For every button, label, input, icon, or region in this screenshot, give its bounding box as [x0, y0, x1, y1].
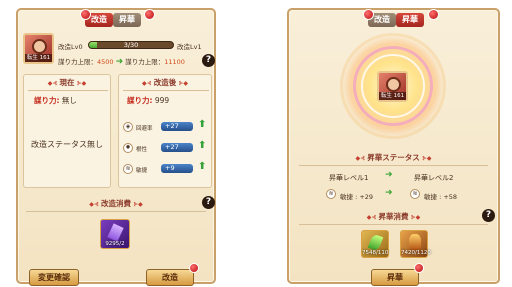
stat-name: 敏捷	[424, 193, 437, 201]
help-icon[interactable]: ?	[202, 54, 215, 67]
ornament-icon: ⊱◆	[74, 80, 87, 87]
item-count: 7548/110	[362, 250, 389, 256]
current-card: ◆⊰ 現在 ⊱◆ 謀り力: 無し 改造ステータス無し	[23, 74, 111, 188]
divider	[299, 224, 488, 225]
stat-value-pill: +9	[161, 164, 193, 173]
limit-to: 11100	[164, 58, 185, 66]
limit-from: 4500	[97, 58, 114, 66]
divider	[28, 90, 108, 91]
progress-from-label: 改造Lv0	[58, 43, 83, 51]
current-status-text: 改造ステータス無し	[31, 140, 103, 149]
ability-label: 謀り力:	[34, 96, 60, 105]
limit-row: 謀り力上限：4500 ➜ 謀り力上限：11100	[58, 56, 185, 67]
limit-to-label: 謀り力上限：	[125, 58, 165, 66]
help-icon[interactable]: ?	[482, 209, 495, 222]
sublimation-header: ◆⊰ 昇華ステータス ⊱◆	[355, 153, 432, 162]
item-count: 7420/1120	[401, 250, 431, 256]
divider	[299, 165, 488, 166]
stat-from-value: +29	[359, 193, 374, 201]
ornament-icon: ◆⊰	[366, 214, 379, 221]
stat-name: 根性	[136, 147, 148, 153]
to-level: 昇華レベル2	[414, 174, 454, 182]
limit-label: 謀り力上限：	[58, 58, 97, 66]
after-ability: 謀り力: 999	[127, 95, 169, 106]
crystal-item[interactable]: 9295/2	[100, 219, 130, 249]
stat-value-pill: +27	[161, 143, 193, 152]
leaf-gem-item[interactable]: 7548/110	[361, 230, 389, 258]
crystal-icon	[107, 223, 124, 242]
hero-face-icon	[386, 77, 401, 92]
tab-pin-left	[80, 9, 91, 20]
ability-label: 謀り力:	[127, 96, 153, 105]
tab-sublimate[interactable]: 昇華	[113, 13, 141, 27]
wind-icon: ≋	[326, 189, 336, 199]
confirm-change-button[interactable]: 変更確認	[29, 269, 79, 286]
stat-to-value: +58	[443, 193, 458, 201]
hero-level-badge: 転生 161	[379, 92, 406, 100]
progress-text: 3/30	[123, 41, 139, 49]
hero-portrait[interactable]: 転生 161	[377, 71, 408, 102]
cost-header: ◆⊰ 改造消費 ⊱◆	[89, 199, 143, 208]
modify-panel: 改造 昇華 転生 161 改造Lv0 3/30 改造Lv1 謀り力上限：4500…	[16, 8, 216, 286]
ornament-icon: ⊱◆	[419, 155, 432, 162]
fire-icon: ✹	[123, 143, 133, 153]
flame-statue-icon	[409, 234, 421, 250]
flame-statue-item[interactable]: 7420/1120	[400, 230, 431, 258]
ability-value: 無し	[61, 96, 77, 105]
stat-name: 敏捷	[340, 193, 353, 201]
from-stat: 敏捷 : +29	[340, 193, 374, 201]
tab-pin-right	[144, 9, 155, 20]
tab-sublimate[interactable]: 昇華	[396, 13, 424, 27]
progress-to-label: 改造Lv1	[177, 43, 202, 51]
ornament-icon: ◆⊰	[142, 80, 154, 87]
hero-face-icon	[32, 39, 47, 54]
tab-pin-left	[363, 9, 374, 20]
divider	[26, 211, 206, 212]
sublimate-button[interactable]: 昇華	[371, 269, 419, 286]
notification-badge	[189, 263, 199, 273]
ornament-icon: ◆⊰	[355, 155, 368, 162]
arrow-up-icon: ⬆	[198, 161, 207, 172]
wind-icon: ≋	[410, 189, 420, 199]
ornament-icon: ⊱◆	[408, 214, 421, 221]
hero-portrait[interactable]: 転生 161	[23, 33, 54, 64]
progress-bar: 3/30	[88, 41, 174, 49]
arrow-right-icon: ➜	[115, 57, 124, 67]
tab-pin-right	[428, 9, 439, 20]
ornament-icon: ◆⊰	[47, 80, 60, 87]
ornament-icon: ◆⊰	[89, 201, 101, 208]
tab-bar: 改造 昇華	[85, 13, 141, 27]
current-ability: 謀り力: 無し	[34, 95, 77, 106]
after-card: ◆⊰ 改造後 ⊱◆ 謀り力: 999 ◈ 回避率 +27 ⬆ ✹ 根性 +27 …	[118, 74, 212, 188]
stat-name: 敏捷	[136, 168, 148, 174]
hero-level-badge: 転生 161	[25, 54, 52, 62]
sublimate-panel: 改造 昇華 転生 161 ◆⊰ 昇華ステータス ⊱◆ 昇華レベル1 ➜ 昇華レベ…	[287, 8, 500, 286]
shield-icon: ◈	[123, 122, 133, 132]
modify-button[interactable]: 改造	[146, 269, 194, 286]
ability-value: 999	[154, 96, 170, 105]
stat-name: 回避率	[136, 126, 153, 132]
arrow-up-icon: ⬆	[198, 140, 207, 151]
leaf-gem-icon	[367, 233, 384, 252]
help-icon[interactable]: ?	[202, 196, 215, 209]
tab-bar: 改造 昇華	[368, 13, 424, 27]
wind-icon: ≋	[123, 164, 133, 174]
to-stat: 敏捷 : +58	[424, 193, 458, 201]
ornament-icon: ⊱◆	[131, 201, 143, 208]
notification-badge	[414, 263, 424, 273]
divider	[123, 90, 209, 91]
current-header: ◆⊰ 現在 ⊱◆	[47, 78, 87, 87]
arrow-up-icon: ⬆	[198, 119, 207, 130]
from-level: 昇華レベル1	[329, 174, 369, 182]
item-count: 9295/2	[105, 241, 125, 247]
ornament-icon: ⊱◆	[176, 80, 188, 87]
after-header: ◆⊰ 改造後 ⊱◆	[142, 78, 188, 87]
arrow-right-icon: ➜	[385, 170, 393, 180]
arrow-right-icon: ➜	[385, 188, 393, 198]
cost-header: ◆⊰ 昇華消費 ⊱◆	[366, 212, 421, 221]
stat-value-pill: +27	[161, 122, 193, 131]
